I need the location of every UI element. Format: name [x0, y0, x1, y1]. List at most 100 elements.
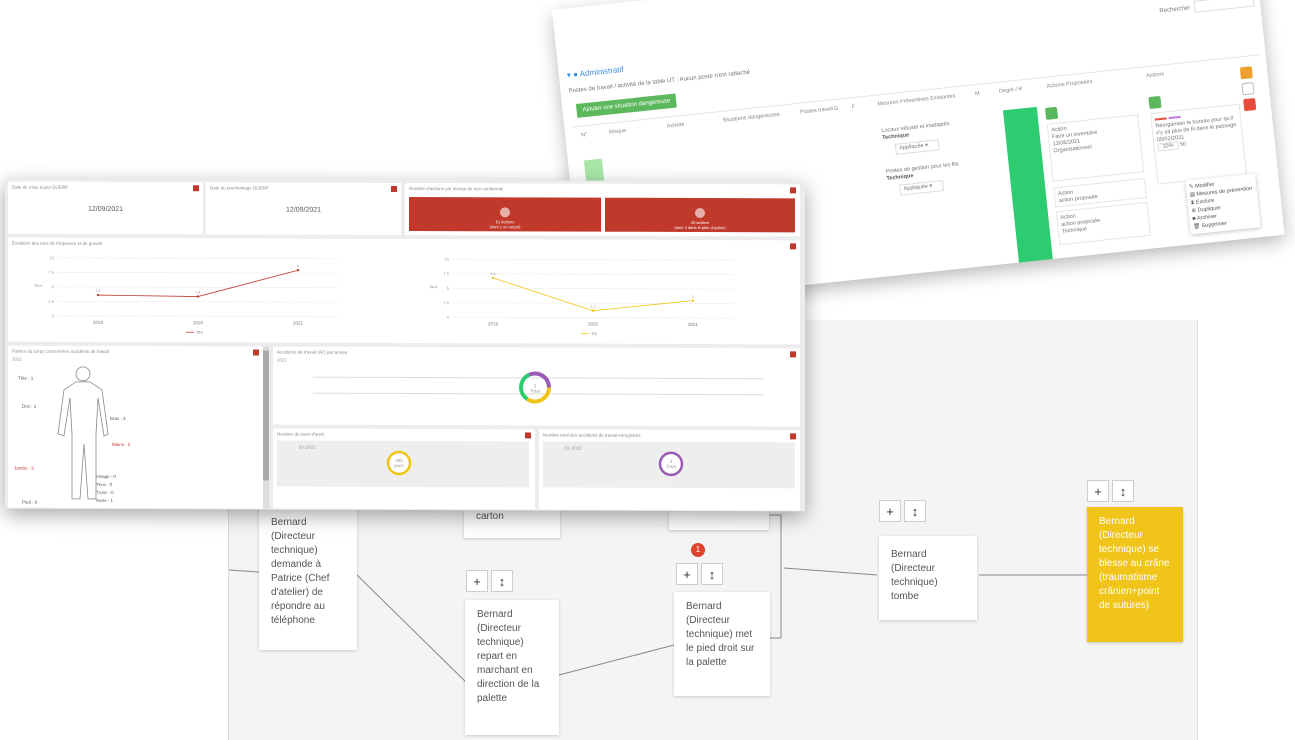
event-node[interactable]: Bernard (Directeur technique) repart en …: [465, 600, 559, 735]
panel-menu-icon[interactable]: [790, 243, 796, 250]
y-tick-label: 2.5: [443, 300, 449, 305]
body-label: Tronc : 0: [96, 489, 114, 495]
data-point: [691, 299, 695, 302]
move-node-button[interactable]: ↕: [491, 570, 513, 592]
actions-panel: Nombre d'actions par niveau de non confo…: [405, 183, 800, 237]
add-action-button[interactable]: [1148, 95, 1162, 110]
gridline: [453, 302, 733, 304]
body-label: Tête : 1: [18, 375, 34, 381]
body-label: Visage : 0: [96, 473, 116, 479]
event-node-highlighted[interactable]: Bernard (Directeur technique) se blesse …: [1087, 507, 1183, 642]
scrollbar-thumb[interactable]: [263, 350, 269, 481]
data-point: [491, 276, 495, 280]
action-card[interactable]: Réorganiser le bureau pour qu'il n'y ait…: [1150, 103, 1248, 185]
search-input[interactable]: [1193, 0, 1255, 13]
column-header: F: [851, 103, 856, 111]
at-year: 2021: [277, 357, 288, 363]
gridline: [58, 300, 338, 303]
data-label: 6.8: [491, 272, 496, 276]
column-header: G: [833, 105, 839, 113]
event-node[interactable]: Bernard (Directeur technique) met le pie…: [674, 592, 770, 696]
proposed-action-card[interactable]: Action Faire un inventaire 13/08/2021 Orga…: [1046, 114, 1145, 182]
edit-icon[interactable]: [1239, 66, 1253, 80]
gridline: [58, 315, 338, 318]
at-total: 2 Total: [530, 383, 540, 394]
panel-title: Nombre de jours d'arrêt: [277, 431, 325, 437]
registered-accidents-panel: Nombre total des accidents de travail en…: [539, 429, 800, 511]
move-node-button[interactable]: ↕: [701, 563, 723, 585]
node-controls: + ↕: [879, 500, 926, 522]
y-tick-label: 5: [447, 286, 450, 291]
gridline: [58, 286, 338, 289]
human-body-figure: [57, 366, 109, 500]
panel-title: Date de mise à jour DUERP: [12, 184, 69, 190]
gridline: [58, 271, 338, 274]
body-label: Pied : 0: [22, 499, 38, 505]
actions-late-box[interactable]: 61 Actions (dont 1 en retard): [409, 197, 601, 232]
actions-plan-box[interactable]: 25 actions (dont 4 dans le plan d'action): [605, 197, 795, 233]
panel-title: Évolution des taux de fréquence et de gr…: [12, 240, 103, 246]
gridline: [453, 287, 733, 290]
panel-menu-icon[interactable]: [193, 185, 199, 192]
add-dangerous-situation-button[interactable]: Ajouter une situation dangereuse: [575, 93, 677, 118]
data-label: 3.4: [196, 291, 201, 295]
warning-icon: [500, 207, 510, 218]
panel-menu-icon[interactable]: [525, 432, 531, 439]
link-line: [229, 569, 260, 573]
body-label: Dos : 3: [22, 403, 37, 409]
gridline: [453, 316, 733, 319]
dashboard-screen: Date de mise à jour DUERP 12/09/2021 Dat…: [5, 178, 805, 512]
scrollbar[interactable]: [263, 346, 269, 509]
column-header: Degré / R: [998, 86, 1023, 95]
y-axis-label: Taux: [34, 283, 42, 288]
days-year: En 2021: [299, 444, 316, 450]
data-label: 8: [297, 264, 299, 268]
event-node[interactable]: Bernard (Directeur technique) tombe: [879, 536, 977, 620]
add-node-button[interactable]: +: [1087, 480, 1109, 502]
comment-icon[interactable]: [1241, 82, 1255, 96]
panel-menu-icon[interactable]: [391, 185, 397, 192]
panel-menu-icon[interactable]: [253, 349, 259, 356]
add-node-button[interactable]: +: [879, 500, 901, 522]
x-tick-label: 2019: [93, 320, 104, 325]
action-context-menu: ✎ Modifier ▤ Mesures de prévention ⧗ Exc…: [1185, 173, 1261, 235]
column-header: M: [974, 90, 981, 98]
column-header: Activité: [666, 121, 685, 130]
move-node-button[interactable]: ↕: [1112, 480, 1134, 502]
gridline: [58, 257, 338, 260]
proposed-action-card[interactable]: Action action proposée Technique: [1055, 201, 1151, 246]
section-title[interactable]: ▾ ● Administratif: [566, 65, 624, 80]
update-date-value: 12/09/2021: [87, 205, 124, 214]
panel-menu-icon[interactable]: [790, 433, 796, 440]
body-parts-panel: Parties du corps concernées accidents de…: [8, 345, 263, 509]
move-node-button[interactable]: ↕: [904, 500, 926, 522]
event-node[interactable]: Bernard (Directeur technique) demande à …: [259, 508, 357, 650]
y-tick-label: 7.5: [443, 271, 449, 276]
delete-icon[interactable]: [1243, 97, 1257, 112]
measure-status-select[interactable]: Appliquée ▾: [899, 180, 945, 196]
column-header: N°: [580, 131, 588, 139]
x-tick-label: 2020: [588, 322, 599, 327]
days-total: 365 jours: [394, 457, 404, 468]
column-header: Postes travail: [799, 106, 834, 116]
body-label: Mains : 2: [112, 441, 131, 448]
data-point: [196, 295, 200, 298]
add-node-button[interactable]: +: [676, 563, 698, 585]
measure-status-select[interactable]: Appliquée ▾: [894, 139, 940, 155]
panel-menu-icon[interactable]: [790, 351, 796, 358]
panel-menu-icon[interactable]: [790, 187, 796, 194]
data-label: 3.6: [96, 289, 101, 293]
mp-year: En 2021: [565, 445, 582, 451]
add-action-button[interactable]: [1044, 106, 1059, 120]
legend-label: TG: [591, 331, 597, 336]
link-line: [356, 574, 475, 691]
node-controls: + ↕: [676, 563, 723, 585]
body-label: Yeux : 0: [96, 481, 113, 487]
column-header: Actions Proposées: [1046, 78, 1093, 90]
update-date-panel: Date de mise à jour DUERP 12/09/2021: [8, 181, 203, 235]
add-node-button[interactable]: +: [466, 570, 488, 592]
risk-level-indicator: [1002, 106, 1054, 270]
link-line: [558, 644, 675, 676]
gridline: [453, 258, 733, 261]
x-tick-label: 2020: [193, 320, 204, 325]
